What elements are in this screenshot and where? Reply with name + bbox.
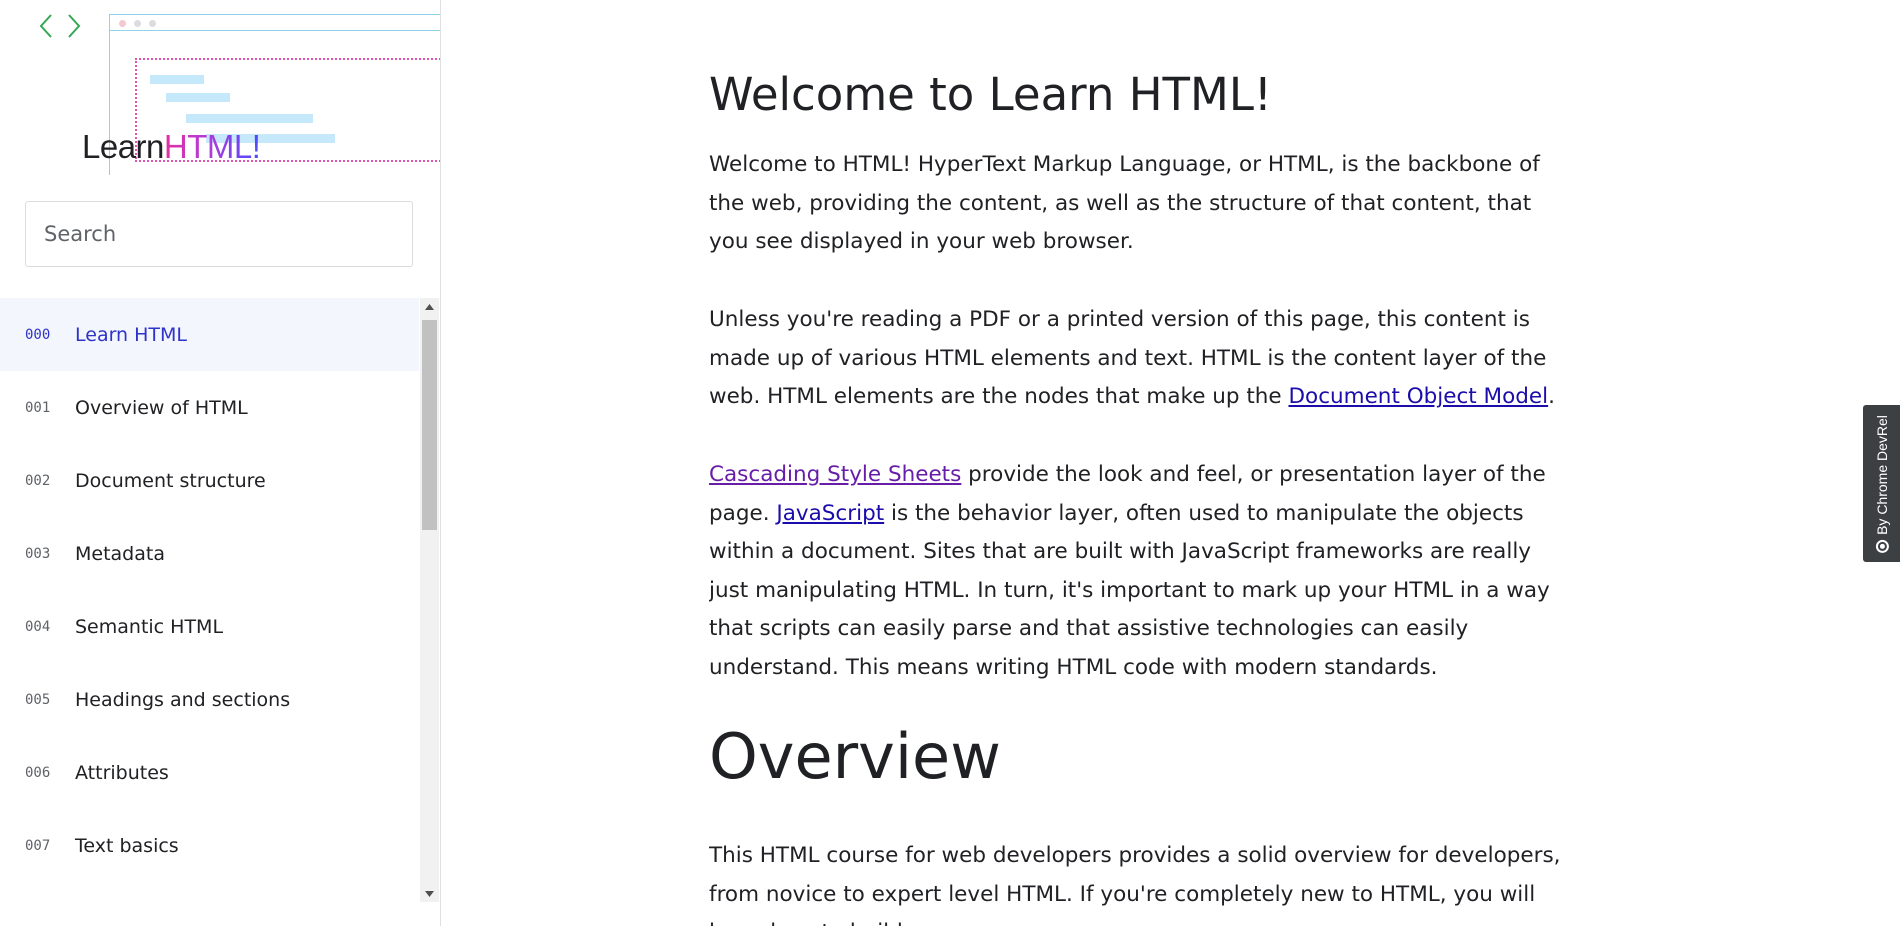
sidebar-item-label: Semantic HTML bbox=[75, 615, 224, 638]
window-dot bbox=[119, 20, 126, 27]
sidebar-item[interactable]: 000 Learn HTML bbox=[0, 298, 419, 371]
code-line-illustration bbox=[166, 93, 230, 102]
scroll-up-arrow-icon[interactable] bbox=[420, 298, 439, 315]
sidebar-item-number: 004 bbox=[25, 618, 51, 635]
sidebar-item-label: Headings and sections bbox=[75, 688, 291, 711]
sidebar-item-number: 005 bbox=[25, 691, 51, 708]
sidebar-item-label: Overview of HTML bbox=[75, 396, 248, 419]
logo-accent: HTML! bbox=[163, 128, 261, 165]
chrome-devrel-badge[interactable]: By Chrome DevRel bbox=[1863, 405, 1900, 562]
sidebar-item-label: Metadata bbox=[75, 542, 165, 565]
intro-paragraph: Welcome to HTML! HyperText Markup Langua… bbox=[709, 152, 1540, 254]
sidebar-item[interactable]: 006 Attributes bbox=[0, 736, 419, 809]
sidebar-item-number: 000 bbox=[25, 326, 51, 343]
sidebar-item-label: Learn HTML bbox=[75, 323, 188, 346]
sidebar-item-number: 001 bbox=[25, 399, 51, 416]
paragraph-text: . bbox=[1548, 384, 1555, 409]
sidebar-item-label: Attributes bbox=[75, 761, 169, 784]
article: Welcome to Learn HTML! Welcome to HTML! … bbox=[709, 0, 1569, 926]
sidebar-item-number: 006 bbox=[25, 764, 51, 781]
css-js-paragraph: Cascading Style Sheets provide the look … bbox=[709, 456, 1569, 687]
course-hero: LearnHTML! bbox=[0, 0, 440, 185]
sidebar-item[interactable]: 003 Metadata bbox=[0, 517, 419, 590]
dom-paragraph: Unless you're reading a PDF or a printed… bbox=[709, 301, 1569, 417]
course-logo[interactable]: LearnHTML! bbox=[82, 128, 261, 166]
sidebar-item[interactable]: 002 Document structure bbox=[0, 444, 419, 517]
badge-label: By Chrome DevRel bbox=[1873, 414, 1890, 535]
sidebar-scrollbar[interactable] bbox=[420, 298, 439, 902]
sidebar: LearnHTML! 000 Learn HTML 001 Overview of H… bbox=[0, 0, 441, 926]
search-input[interactable] bbox=[25, 201, 413, 267]
logo-prefix: Learn bbox=[82, 128, 164, 165]
course-nav-arrows bbox=[36, 12, 84, 40]
dom-link[interactable]: Document Object Model bbox=[1288, 384, 1548, 409]
page-title: Welcome to Learn HTML! bbox=[709, 68, 1272, 121]
css-link[interactable]: Cascading Style Sheets bbox=[709, 462, 961, 487]
window-dot bbox=[149, 20, 156, 27]
code-line-illustration bbox=[186, 114, 313, 123]
sidebar-item[interactable]: 007 Text basics bbox=[0, 809, 419, 882]
javascript-link[interactable]: JavaScript bbox=[776, 501, 884, 526]
chevron-left-icon[interactable] bbox=[36, 12, 56, 40]
sidebar-item[interactable]: 001 Overview of HTML bbox=[0, 371, 419, 444]
paragraph-text: is the behavior layer, often used to man… bbox=[709, 500, 1550, 680]
course-nav-list: 000 Learn HTML 001 Overview of HTML 002 Docum… bbox=[0, 298, 419, 902]
sidebar-item-label: Document structure bbox=[75, 469, 266, 492]
sidebar-item-number: 007 bbox=[25, 837, 51, 854]
window-dot bbox=[134, 20, 141, 27]
sidebar-item-number: 003 bbox=[25, 545, 51, 562]
chevron-right-icon[interactable] bbox=[64, 12, 84, 40]
sidebar-item[interactable]: 005 Headings and sections bbox=[0, 663, 419, 736]
sidebar-item-label: Text basics bbox=[75, 834, 179, 857]
overview-heading: Overview bbox=[709, 720, 1001, 793]
code-line-illustration bbox=[150, 75, 204, 84]
scrollbar-thumb[interactable] bbox=[422, 320, 437, 530]
chrome-icon bbox=[1875, 539, 1889, 553]
sidebar-item-number: 002 bbox=[25, 472, 51, 489]
scroll-down-arrow-icon[interactable] bbox=[420, 885, 439, 902]
sidebar-item[interactable]: 004 Semantic HTML bbox=[0, 590, 419, 663]
browser-illustration-bar bbox=[109, 14, 440, 31]
overview-paragraph: This HTML course for web developers prov… bbox=[709, 843, 1561, 926]
